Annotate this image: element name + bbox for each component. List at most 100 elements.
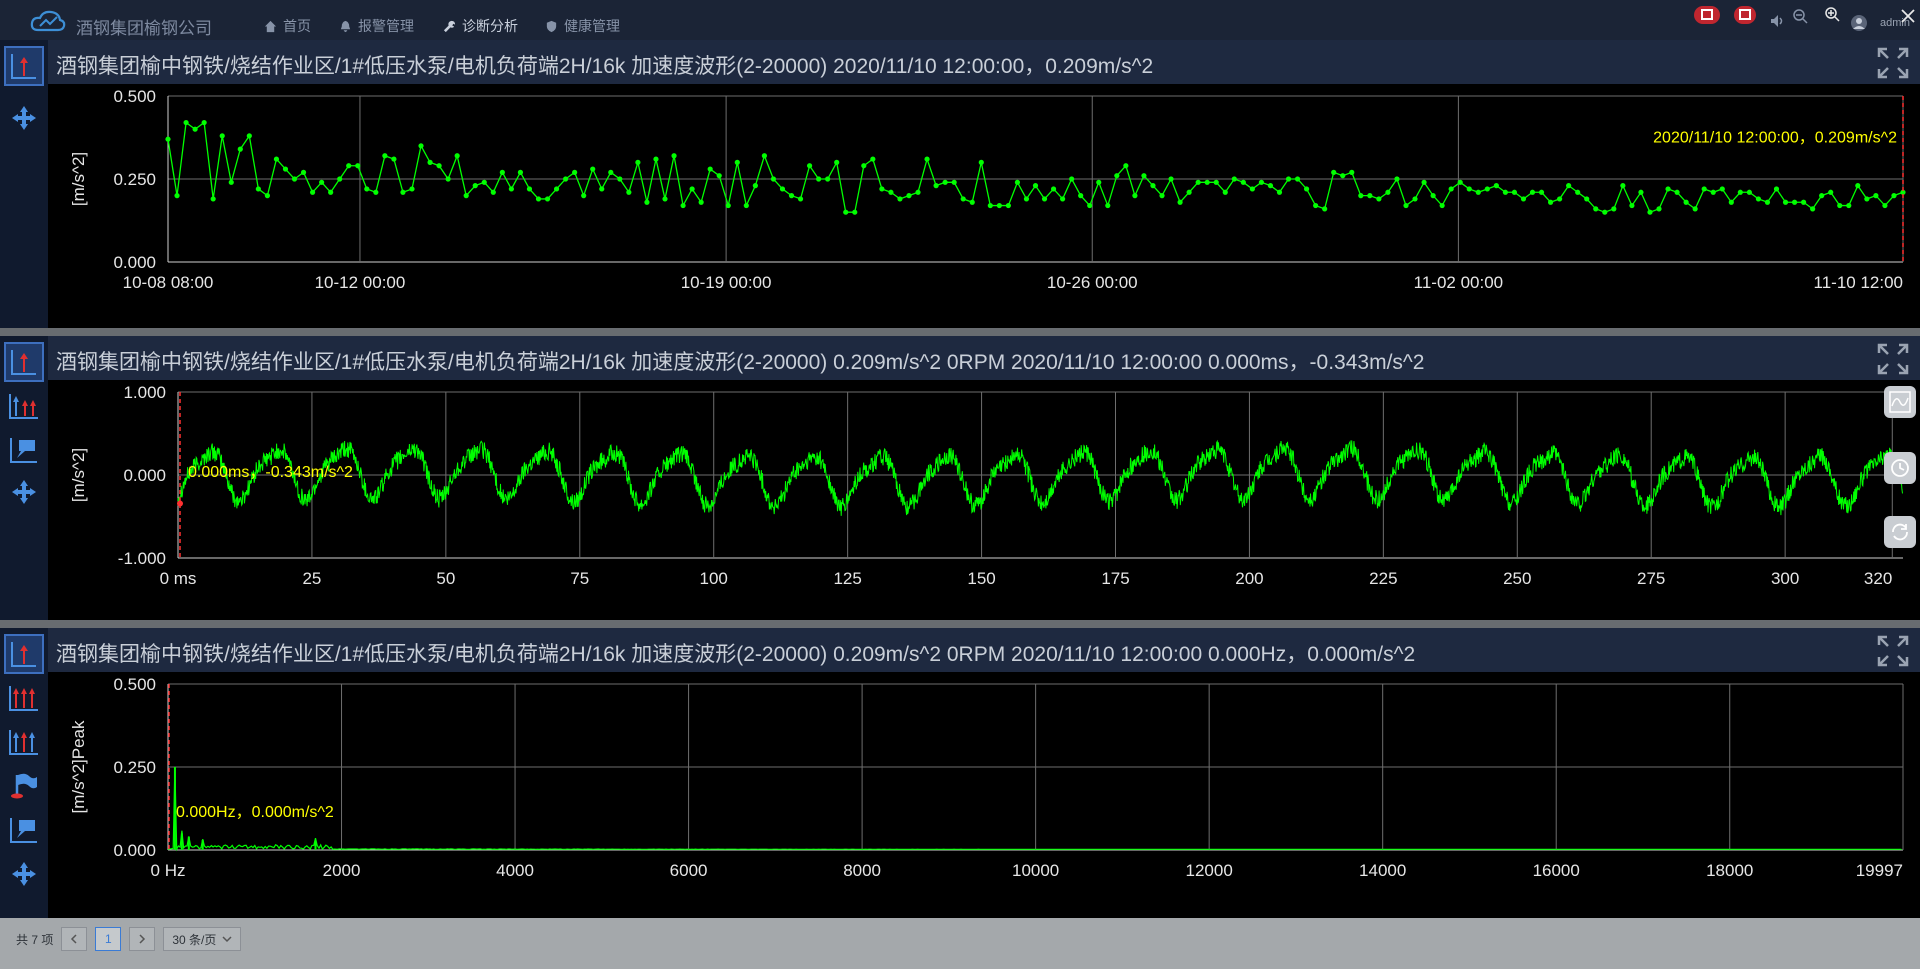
spectrum-sideband-tool[interactable] [4,722,44,762]
spectrum-annotation-tool[interactable] [4,810,44,850]
waveform-chart-svg[interactable]: -1.000 0.000 1.000 [m/s^2] 0 ms 25 50 75 100 125 1… [48,380,1920,620]
nav-alarm-label: 报警管理 [358,18,414,34]
trend-data-point [779,186,786,192]
waveform-annotation-tool[interactable] [4,430,44,470]
zoom-in-icon[interactable] [1824,6,1840,22]
trend-data-point [653,156,659,162]
trend-data-point [174,193,180,199]
trend-data-point [499,169,505,175]
sideband-cursor-icon [9,730,38,755]
trend-data-point [915,189,921,195]
waveform-multi-cursor-tool[interactable] [4,386,44,426]
waveform-refresh-button[interactable] [1884,516,1916,548]
expand-icon[interactable] [1876,634,1910,668]
page-size-select[interactable]: 30 条/页 [163,927,242,951]
trend-data-point [626,189,632,195]
nav-home[interactable]: 首页 [264,16,311,36]
trend-data-point [1349,169,1355,175]
trend-data-point [1213,179,1219,185]
trend-data-point [1737,189,1743,195]
expand-icon[interactable] [1876,342,1910,376]
trend-data-point [888,189,894,195]
trend-chart-svg[interactable]: 0.000 0.250 0.500 [m/s^2] 10-08 08:00 10-12 0… [48,84,1920,328]
trend-data-point [192,126,198,132]
trend-data-point [328,189,334,195]
trend-data-point [1267,183,1274,189]
trend-chart[interactable]: 0.000 0.250 0.500 [m/s^2] 10-08 08:00 10-12 0… [48,84,1920,328]
nav-health-management[interactable]: 健康管理 [545,16,620,36]
trend-data-point [1810,206,1816,212]
x-tick-label: 300 [1771,569,1799,588]
trend-data-point [1692,206,1698,212]
spectrum-chart-svg[interactable]: 0.000 0.250 0.500 [m/s^2]Peak 0 Hz 2000 4000 60… [48,672,1920,918]
waveform-panel: 酒钢集团榆中钢铁/烧结作业区/1#低压水泵/电机负荷端2H/16k 加速度波形(… [0,336,1920,620]
trend-data-point [1096,179,1102,185]
trend-data-point [635,159,641,165]
trend-data-point [1358,193,1364,199]
trend-data-point [861,163,867,169]
multi-cursor-icon [9,394,38,419]
single-cursor-icon [11,54,36,79]
y-tick-label: 0.000 [123,466,166,485]
trend-data-point [906,193,912,199]
trend-data-point [1566,183,1572,189]
x-tick-label: 2000 [323,861,361,880]
avatar-icon[interactable] [1850,14,1868,32]
trend-data-point [797,196,804,202]
x-tick-label: 150 [967,569,995,588]
next-page-button[interactable] [129,927,156,951]
trend-data-point [1249,186,1255,192]
trend-data-point [1240,179,1246,185]
trend-data-point [1882,202,1888,209]
x-tick-label: 0 Hz [151,861,186,880]
chevron-down-icon [222,936,232,943]
alarm-badge-icon[interactable] [1690,4,1724,28]
waveform-curve-button[interactable] [1884,386,1916,418]
trend-cursor-tool[interactable] [4,46,44,86]
trend-data-point [662,196,668,202]
trend-data-point [391,156,397,162]
trend-data-point [1683,199,1689,205]
x-tick-label: 12000 [1186,861,1233,880]
waveform-pan-tool[interactable] [4,472,44,512]
trend-data-point [1060,196,1066,202]
close-icon[interactable] [1900,8,1916,24]
trend-data-point [1258,179,1265,185]
trend-data-point [1575,189,1581,195]
waveform-cursor-tool[interactable] [4,342,44,382]
x-tick-label: 16000 [1533,861,1580,880]
trend-data-point [671,153,677,159]
zoom-out-icon[interactable] [1792,8,1808,24]
waveform-toolbar [0,336,48,620]
trend-data-point [960,196,966,202]
trend-data-point [725,202,731,209]
trend-data-point [490,189,496,195]
nav-diagnostic-analysis[interactable]: 诊断分析 [443,16,518,36]
trend-data-point [1475,189,1481,195]
x-tick-label: 50 [436,569,455,588]
y-axis-title: [m/s^2] [69,152,88,206]
trend-data-point [1032,183,1039,189]
panel-divider [0,620,1920,628]
trend-data-point [870,156,876,162]
notification-badge-icon[interactable] [1728,4,1762,28]
spectrum-harmonic-tool[interactable] [4,678,44,718]
volume-icon[interactable] [1770,14,1786,28]
trend-data-point [1439,202,1445,209]
spectrum-flag-tool[interactable] [4,766,44,806]
trend-data-point [1502,189,1508,195]
waveform-chart[interactable]: -1.000 0.000 1.000 [m/s^2] 0 ms 25 50 75 100 125 1… [48,380,1920,620]
trend-data-point [1204,179,1210,185]
waveform-history-button[interactable] [1884,452,1916,484]
trend-data-point [165,136,171,142]
nav-alarm-management[interactable]: 报警管理 [339,16,414,36]
spectrum-cursor-tool[interactable] [4,634,44,674]
trend-pan-tool[interactable] [4,98,44,138]
trend-data-point [879,186,885,192]
expand-icon[interactable] [1876,46,1910,80]
page-number-button[interactable]: 1 [95,927,122,951]
spectrum-chart[interactable]: 0.000 0.250 0.500 [m/s^2]Peak 0 Hz 2000 4000 60… [48,672,1920,918]
spectrum-cursor-label: 0.000Hz，0.000m/s^2 [176,804,334,821]
prev-page-button[interactable] [61,927,88,951]
spectrum-pan-tool[interactable] [4,854,44,894]
